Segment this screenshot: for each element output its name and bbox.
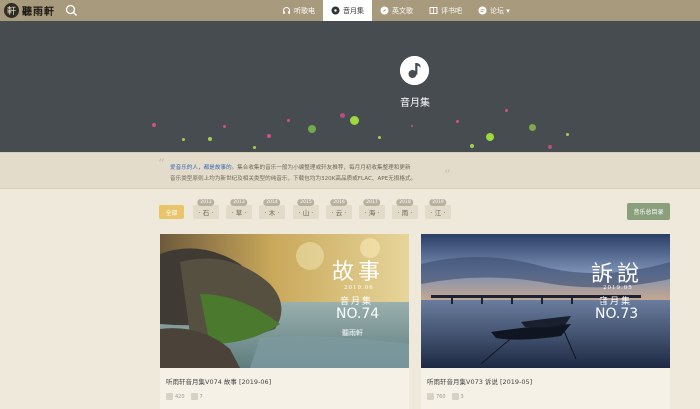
comment-count: 7	[199, 393, 203, 400]
bokeh-dot	[350, 116, 359, 125]
cover-number: NO.73	[595, 306, 639, 322]
view-count: 760	[436, 393, 446, 400]
album-title[interactable]: 听雨轩音月集V073 诉说 [2019-05]	[427, 376, 532, 386]
album-cover[interactable]: 訴說 2019.05 音月集 NO.73	[421, 234, 670, 368]
filter-all-button[interactable]: 全部	[159, 205, 184, 219]
bokeh-dot	[208, 137, 212, 141]
compass-icon	[380, 6, 389, 15]
bokeh-dot	[152, 123, 156, 127]
tag-year: 2012	[197, 199, 215, 206]
quote-highlight: 爱音乐的人，都是故事的。	[170, 165, 238, 171]
filter-tag[interactable]: 2018 · 雨 ·	[392, 199, 418, 219]
filter-tag[interactable]: 2015 · 山 ·	[293, 199, 319, 219]
tag-year: 2015	[297, 199, 315, 206]
music-directory-button[interactable]: 音乐总目录	[627, 203, 670, 220]
cover-number: NO.74	[336, 306, 380, 322]
view-count: 420	[175, 393, 185, 400]
filter-tag[interactable]: 2017 · 海 ·	[359, 199, 385, 219]
bokeh-dot	[529, 124, 536, 131]
bokeh-dot	[267, 134, 271, 138]
album-card[interactable]: 故事 2019.06 音月集 NO.74 聽雨軒 听雨轩音月集V074 故事 […	[160, 234, 409, 409]
open-quote-icon: “	[158, 157, 165, 172]
nav-item-forum[interactable]: 论坛 ▾	[470, 0, 518, 21]
main-menu: 听歌电 音月集 英文歌 评书吧 论坛 ▾	[274, 0, 518, 21]
tag-year: 2017	[363, 199, 381, 206]
top-nav: 軒 聽雨軒 听歌电 音月集 英文歌 评书吧 论坛 ▾	[0, 0, 700, 21]
cover-title: 訴說	[591, 262, 644, 287]
intro-quote: “ 爱音乐的人，都是故事的。集合收集的音乐一般为小编整理或轩友推荐，每月月初收集…	[0, 152, 700, 189]
filter-tag[interactable]: 2012 · 石 ·	[193, 199, 219, 219]
play-count-icon	[166, 393, 173, 400]
tag-year: 2019	[429, 199, 447, 206]
play-count-icon	[427, 393, 434, 400]
bokeh-dot	[287, 119, 290, 122]
disc-icon	[331, 6, 340, 15]
bokeh-dot	[182, 138, 185, 141]
book-icon	[429, 6, 438, 15]
cover-date: 2019.05	[603, 285, 633, 291]
filter-tag[interactable]: 2014 · 木 ·	[259, 199, 285, 219]
site-name: 聽雨軒	[22, 7, 55, 18]
tag-year: 2014	[263, 199, 281, 206]
page-title: 音月集	[400, 98, 430, 109]
album-cover[interactable]: 故事 2019.06 音月集 NO.74 聽雨軒	[160, 234, 409, 368]
comment-count: 3	[460, 393, 464, 400]
site-logo[interactable]: 軒 聽雨軒	[4, 2, 55, 19]
filter-tag[interactable]: 2013 · 草 ·	[226, 199, 252, 219]
logo-icon: 軒	[4, 3, 19, 18]
bokeh-dot	[566, 133, 569, 136]
album-card[interactable]: 訴說 2019.05 音月集 NO.73 听雨轩音月集V073 诉说 [2019…	[421, 234, 670, 409]
headphones-icon	[282, 6, 291, 15]
cover-date: 2019.06	[344, 285, 374, 291]
hero-banner: 音月集	[0, 21, 700, 152]
close-quote-icon: ”	[444, 168, 451, 183]
bokeh-dot	[378, 136, 381, 139]
bokeh-dot	[470, 144, 474, 148]
tag-year: 2013	[230, 199, 248, 206]
comment-icon	[451, 393, 459, 400]
bokeh-dot	[223, 125, 226, 128]
album-title[interactable]: 听雨轩音月集V074 故事 [2019-06]	[166, 376, 271, 386]
tag-year: 2016	[330, 199, 348, 206]
bokeh-dot	[308, 125, 316, 133]
bokeh-dot	[340, 113, 345, 118]
quote-line-1: 爱音乐的人，都是故事的。集合收集的音乐一般为小编整理或轩友推荐，每月月初收集整理…	[170, 165, 411, 171]
bokeh-dot	[253, 146, 256, 149]
chat-icon	[478, 6, 487, 15]
nav-item-english[interactable]: 英文歌	[372, 0, 421, 21]
music-note-icon	[400, 56, 429, 85]
nav-item-storytelling[interactable]: 评书吧	[421, 0, 470, 21]
album-meta: 760 3	[427, 393, 466, 400]
nav-item-listen[interactable]: 听歌电	[274, 0, 323, 21]
nav-item-monthly[interactable]: 音月集	[323, 0, 372, 21]
filter-tag[interactable]: 2016 · 云 ·	[326, 199, 352, 219]
bokeh-dot	[548, 145, 552, 149]
cover-title: 故事	[332, 260, 385, 285]
comment-icon	[190, 393, 198, 400]
filter-tag[interactable]: 2019 · 江 ·	[425, 199, 451, 219]
bokeh-dot	[486, 133, 494, 141]
cover-brand: 聽雨軒	[342, 329, 363, 337]
bokeh-dot	[505, 109, 508, 112]
bokeh-dot	[411, 125, 413, 127]
search-button[interactable]	[64, 3, 79, 18]
tag-year: 2018	[396, 199, 414, 206]
album-meta: 420 7	[166, 393, 205, 400]
bokeh-dot	[456, 120, 459, 123]
search-icon	[65, 4, 77, 16]
quote-line-2: 音乐类型原则上均为新世纪及相关类型的纯音乐，下载包均为320K高品质或FLAC、…	[170, 176, 417, 182]
